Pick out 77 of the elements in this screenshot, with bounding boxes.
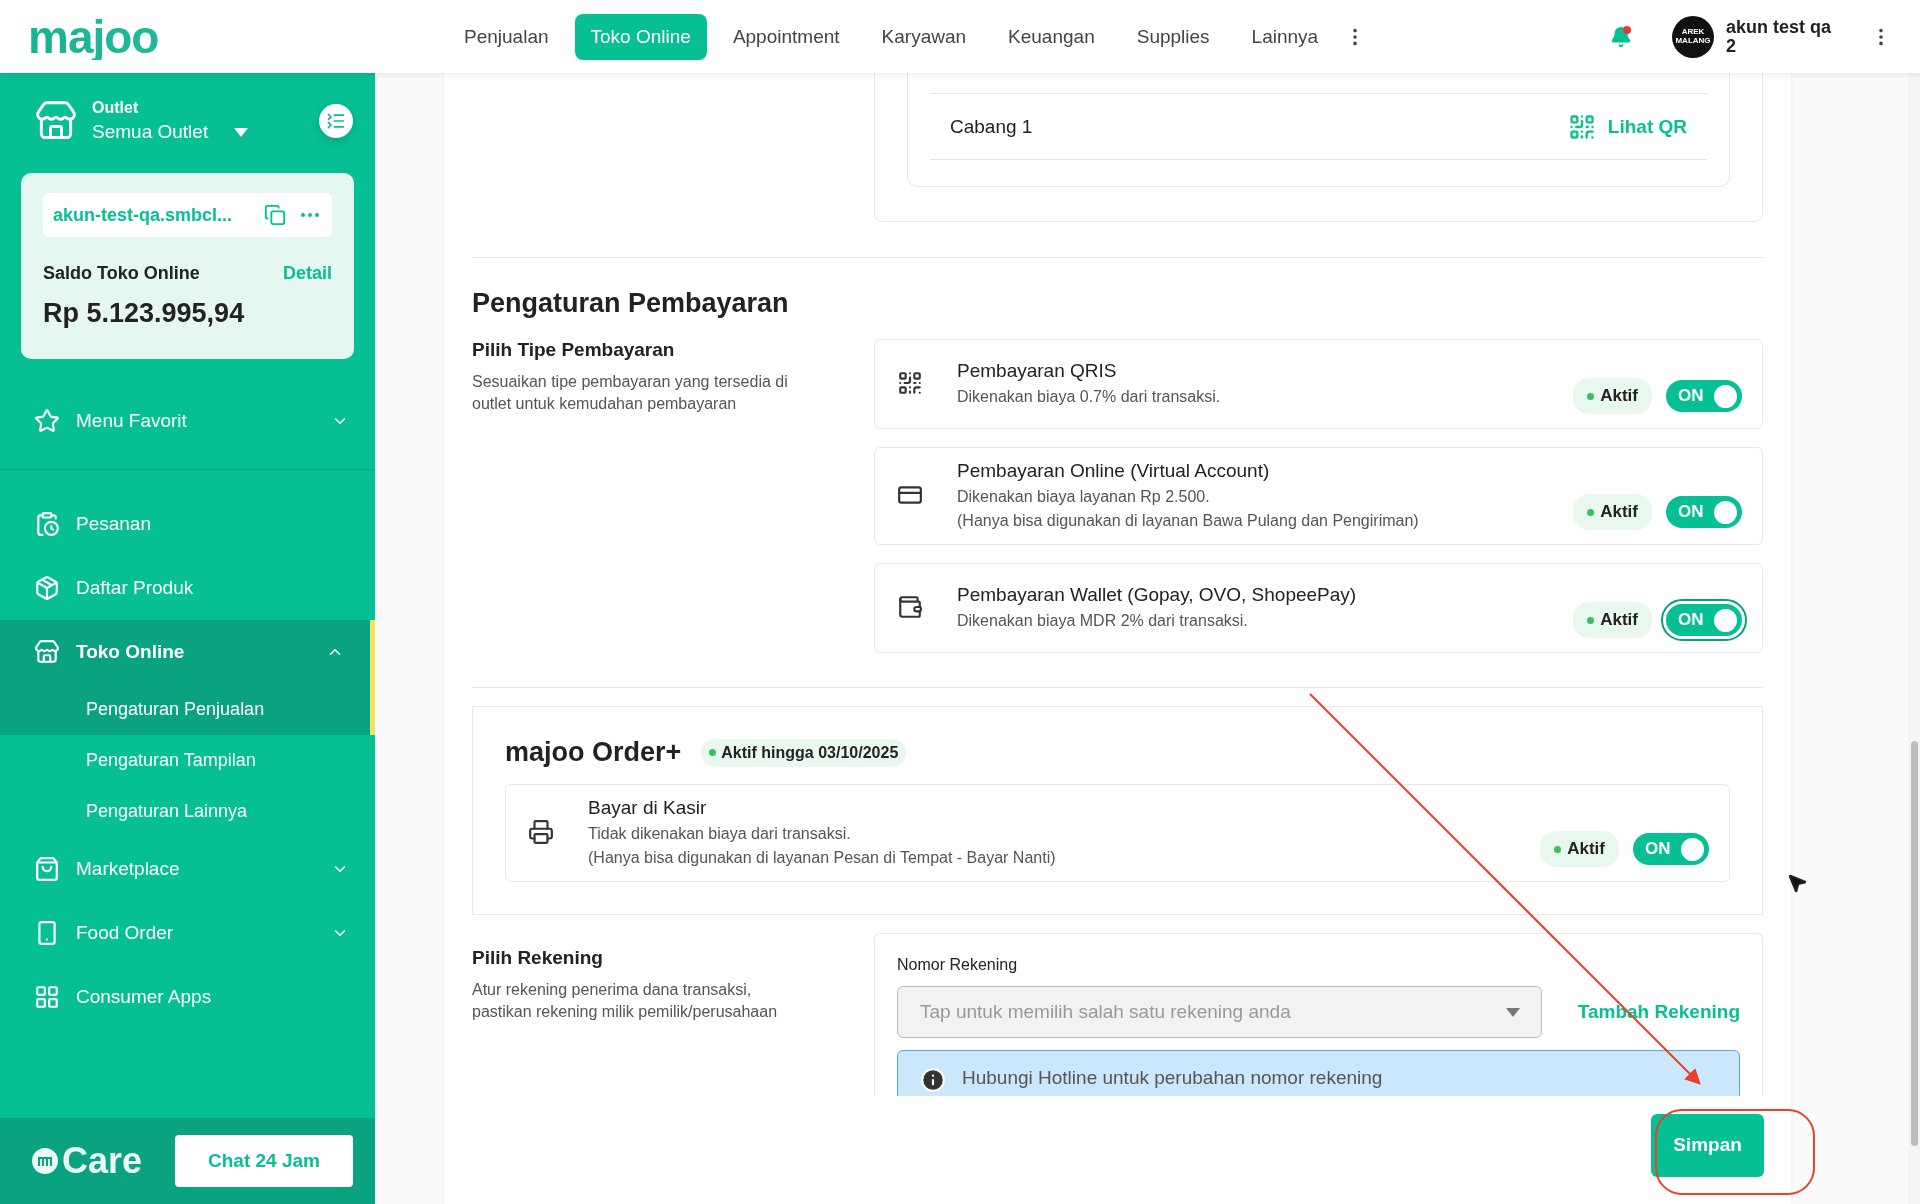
collapse-menu-button[interactable] xyxy=(319,104,353,138)
shopping-bag-icon xyxy=(34,856,60,882)
toggle-switch[interactable]: ON xyxy=(1666,380,1742,412)
detail-link[interactable]: Detail xyxy=(282,263,332,284)
copy-icon[interactable] xyxy=(264,204,286,226)
outlet-name: Cabang 1 xyxy=(950,115,1034,138)
info-icon xyxy=(920,1067,946,1093)
payment-method-description: (Hanya bisa digunakan di layanan Bawa Pulang dan Pengiriman) xyxy=(957,512,1420,530)
nav-tab[interactable]: Supplies xyxy=(1120,13,1226,60)
sidebar-subitem[interactable]: Pengaturan Penjualan xyxy=(0,684,375,735)
toggle-switch[interactable]: ON xyxy=(1633,833,1709,865)
balance-amount: Rp 5.123.995,94 xyxy=(43,298,246,329)
sidebar-subitem[interactable]: Pengaturan Tampilan xyxy=(0,735,375,786)
nav-tab[interactable]: Appointment xyxy=(716,13,856,60)
toggle-switch[interactable]: ON xyxy=(1666,604,1742,636)
sidebar-item[interactable]: Consumer Apps xyxy=(0,965,375,1029)
payment-method-description: (Hanya bisa digunakan di layanan Pesan di Tempat - Bayar Nanti) xyxy=(588,849,1057,867)
payment-method-description: Dikenakan biaya layanan Rp 2.500. xyxy=(957,488,1211,506)
payment-method-name: Pembayaran QRIS xyxy=(957,360,1118,382)
scrollbar[interactable] xyxy=(1908,73,1920,1204)
sidebar-item[interactable]: Menu Favorit xyxy=(0,389,375,453)
bell-icon[interactable] xyxy=(1610,25,1632,48)
chat-button[interactable]: Chat 24 Jam xyxy=(175,1135,353,1187)
nav-tab[interactable]: Karyawan xyxy=(865,13,983,60)
cursor-icon xyxy=(1786,872,1808,894)
status-badge: Aktif xyxy=(1573,494,1652,530)
store-url-field[interactable]: akun-test-qa.smbcl... xyxy=(43,193,332,237)
field-label: Pilih Rekening xyxy=(472,947,604,969)
menu-collapse-icon xyxy=(326,111,346,131)
status-badge: Aktif xyxy=(1573,378,1652,414)
field-label: Pilih Tipe Pembayaran xyxy=(472,339,676,361)
sidebar-item[interactable]: Toko Online xyxy=(0,620,375,684)
status-badge: Aktif xyxy=(1573,602,1652,638)
view-qr-link[interactable]: Lihat QR xyxy=(1567,112,1687,141)
balance-label: Saldo Toko Online xyxy=(43,263,200,284)
sidebar-item[interactable]: Marketplace xyxy=(0,837,375,901)
toggle-switch[interactable]: ON xyxy=(1666,496,1742,528)
info-text: Hubungi Hotline untuk perubahan nomor rekening xyxy=(962,1067,1383,1089)
clipboard-clock-icon xyxy=(34,511,60,537)
package-icon xyxy=(34,575,60,601)
grid-icon xyxy=(34,984,60,1010)
sidebar-item[interactable]: Food Order xyxy=(0,901,375,965)
wallet-icon xyxy=(897,594,923,620)
status-badge: Aktif xyxy=(1540,831,1619,867)
nav-tab[interactable]: Keuangan xyxy=(992,13,1111,60)
section-title: majoo Order+ xyxy=(505,737,682,768)
payment-method-description: Tidak dikenakan biaya dari transaksi. xyxy=(588,825,852,843)
sidebar-subitem[interactable]: Pengaturan Lainnya xyxy=(0,786,375,837)
user-name: akun test qa 2 xyxy=(1726,17,1833,56)
payment-method-description: Dikenakan biaya MDR 2% dari transaksi. xyxy=(957,612,1249,630)
field-label: Nomor Rekening xyxy=(897,956,1019,974)
store-icon xyxy=(34,639,60,665)
nav-tab[interactable]: Lainnya xyxy=(1235,13,1335,60)
save-button[interactable]: Simpan xyxy=(1651,1113,1764,1177)
nav-tab[interactable]: Penjualan xyxy=(448,13,565,60)
payment-method-name: Pembayaran Online (Virtual Account) xyxy=(957,460,1271,482)
field-description: Sesuaikan tipe pembayaran yang tersedia di outlet untuk kemudahan pembayaran xyxy=(472,372,789,414)
section-title: Pengaturan Pembayaran xyxy=(472,288,790,319)
sidebar-item[interactable]: Daftar Produk xyxy=(0,556,375,620)
payment-method-name: Bayar di Kasir xyxy=(588,797,708,819)
status-badge: Aktif hingga 03/10/2025 xyxy=(701,738,907,767)
star-icon xyxy=(34,408,60,434)
cash-register-icon xyxy=(528,819,554,845)
sidebar-item[interactable]: Pesanan xyxy=(0,492,375,556)
caret-icon xyxy=(1505,1008,1520,1017)
care-logo: Care xyxy=(32,1140,143,1182)
qr-code-icon xyxy=(897,370,923,396)
qr-code-icon xyxy=(1567,112,1596,141)
payment-method-description: Dikenakan biaya 0.7% dari transaksi. xyxy=(957,388,1222,406)
outlet-label: Outlet xyxy=(92,99,140,117)
avatar[interactable]: AREK MALANG xyxy=(1672,15,1714,58)
outlet-selector[interactable]: Semua Outlet xyxy=(92,121,305,143)
account-select[interactable]: Tap untuk memilih salah satu rekening anda xyxy=(897,986,1542,1038)
caret-icon xyxy=(234,127,249,137)
payment-method-name: Pembayaran Wallet (Gopay, OVO, ShopeePay) xyxy=(957,584,1358,606)
field-description: Atur rekening penerima dana transaksi, pastikan rekening milik pemilik/perusahaan xyxy=(472,980,779,1022)
nav-tab[interactable]: Toko Online xyxy=(574,13,707,60)
